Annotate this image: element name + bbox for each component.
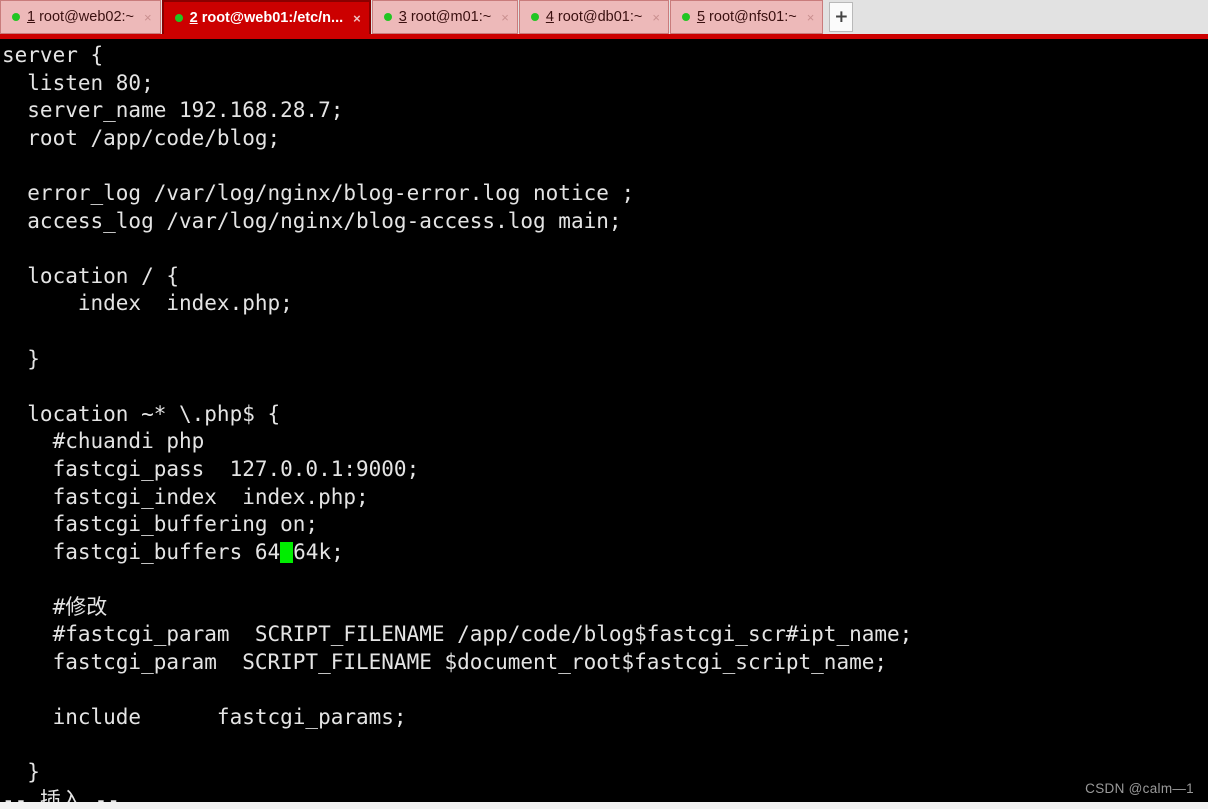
terminal-tab-2[interactable]: 2 root@web01:/etc/n... ×	[161, 0, 371, 36]
tab-close-icon[interactable]: ×	[501, 10, 509, 25]
terminal-tab-1[interactable]: 1 root@web02:~ ×	[0, 0, 161, 34]
terminal-line: fastcgi_param SCRIPT_FILENAME $document_…	[2, 650, 888, 675]
terminal-line: location ~* \.php$ {	[2, 401, 281, 426]
tab-close-icon[interactable]: ×	[144, 10, 152, 25]
terminal-line: }	[2, 760, 40, 785]
terminal-line: #fastcgi_param SCRIPT_FILENAME /app/code…	[2, 622, 913, 647]
text-cursor	[280, 541, 294, 563]
tab-number: 4	[545, 9, 554, 25]
tab-title: root@nfs01:~	[709, 9, 797, 25]
tab-number: 1	[27, 9, 36, 25]
terminal-line: fastcgi_pass 127.0.0.1:9000;	[2, 456, 420, 481]
tab-close-icon[interactable]: ×	[652, 10, 660, 25]
terminal-line: listen 80;	[2, 70, 154, 95]
watermark: CSDN @calm—1	[1085, 781, 1194, 796]
terminal-line: fastcgi_buffering on;	[2, 512, 319, 537]
tab-number: 3	[398, 9, 407, 25]
terminal-line: error_log /var/log/nginx/blog-error.log …	[2, 180, 635, 205]
tab-close-icon[interactable]: ×	[353, 11, 361, 26]
terminal-line-with-cursor: fastcgi_buffers 64 64k;	[0, 539, 1208, 567]
terminal-line: fastcgi_index index.php;	[2, 484, 369, 509]
terminal-line: root /app/code/blog;	[2, 125, 281, 150]
terminal-tab-3[interactable]: 3 root@m01:~ ×	[371, 0, 518, 34]
tab-title: root@db01:~	[557, 9, 643, 25]
tab-status-dot-icon	[383, 13, 392, 21]
tab-bar: 1 root@web02:~ × 2 root@web01:/etc/n... …	[0, 0, 1208, 38]
terminal-line: include fastcgi_params;	[2, 705, 407, 730]
window-bottom-edge	[0, 802, 1208, 809]
terminal-line-text-before-cursor: fastcgi_buffers 64	[2, 539, 281, 564]
new-tab-button[interactable]: +	[829, 2, 854, 32]
terminal-text-area: server { listen 80; server_name 192.168.…	[0, 42, 1208, 802]
tab-title: root@web01:/etc/n...	[201, 10, 344, 26]
terminal-line: index index.php;	[2, 291, 293, 316]
terminal-window: 1 root@web02:~ × 2 root@web01:/etc/n... …	[0, 0, 1208, 809]
tab-status-dot-icon	[12, 13, 20, 21]
tab-status-dot-icon	[530, 13, 539, 21]
tab-status-dot-icon	[681, 13, 690, 21]
terminal-line: server {	[2, 43, 104, 67]
terminal-line: -- 插入 --	[2, 788, 120, 802]
terminal-line: location / {	[2, 263, 180, 288]
terminal-line: server_name 192.168.28.7;	[2, 98, 344, 123]
tab-number: 2	[189, 10, 198, 26]
tab-status-dot-icon	[174, 14, 183, 22]
terminal-tab-5[interactable]: 5 root@nfs01:~ ×	[669, 0, 824, 34]
terminal-line: access_log /var/log/nginx/blog-access.lo…	[2, 208, 622, 233]
terminal-line: #chuandi php	[2, 429, 205, 454]
tab-title: root@web02:~	[39, 9, 135, 25]
terminal-tab-4[interactable]: 4 root@db01:~ ×	[518, 0, 669, 34]
terminal-line: #修改	[2, 594, 108, 619]
terminal-screen[interactable]: server { listen 80; server_name 192.168.…	[0, 39, 1208, 802]
terminal-line: }	[2, 346, 40, 371]
tab-close-icon[interactable]: ×	[807, 10, 815, 25]
terminal-line-text-after-cursor: 64k;	[293, 539, 344, 564]
tab-number: 5	[696, 9, 706, 25]
tab-title: root@m01:~	[410, 9, 492, 25]
